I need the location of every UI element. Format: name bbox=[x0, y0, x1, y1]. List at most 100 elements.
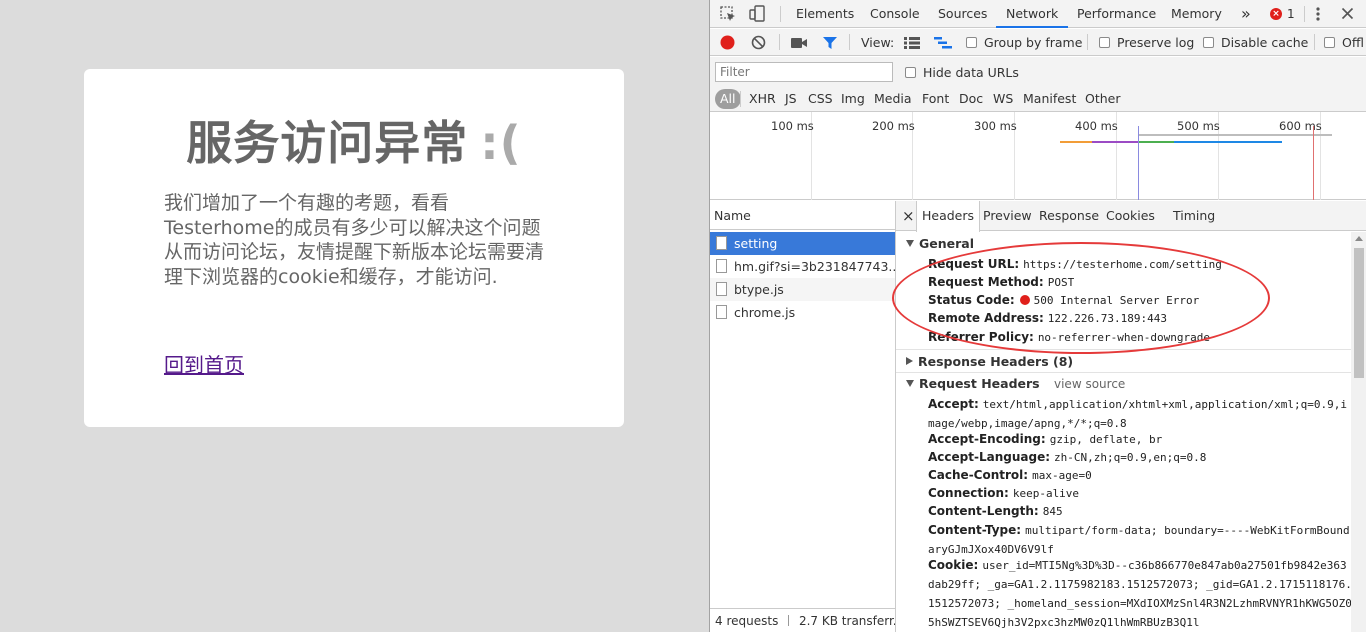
request-row-chrome-js[interactable]: chrome.js bbox=[710, 301, 895, 324]
tab-headers[interactable]: Headers bbox=[916, 201, 981, 232]
tab-console[interactable]: Console bbox=[870, 0, 920, 28]
type-manifest[interactable]: Manifest bbox=[1023, 89, 1076, 109]
record-icon[interactable] bbox=[720, 35, 735, 53]
document-icon bbox=[716, 282, 727, 296]
type-img[interactable]: Img bbox=[841, 89, 865, 109]
web-page: 服务访问异常:( 我们增加了一个有趣的考题，看看Testerhome的成员有多少… bbox=[0, 0, 709, 632]
close-devtools-icon[interactable] bbox=[1341, 7, 1354, 23]
tab-cookies[interactable]: Cookies bbox=[1106, 201, 1155, 231]
detail-tabbar: × Headers Preview Response Cookies Timin… bbox=[896, 201, 1366, 232]
status-separator bbox=[788, 615, 790, 626]
response-headers-title: Response Headers (8) bbox=[918, 354, 1074, 369]
header-value: POST bbox=[1047, 276, 1075, 289]
accept-language-row: Accept-Language: zh-CN,zh;q=0.9,en;q=0.8 bbox=[928, 448, 1353, 467]
details-scrollbar[interactable] bbox=[1351, 232, 1366, 632]
filter-row: Hide data URLs bbox=[710, 57, 1366, 86]
device-toolbar-icon[interactable] bbox=[748, 4, 766, 27]
header-value: gzip, deflate, br bbox=[1049, 433, 1163, 446]
type-media[interactable]: Media bbox=[874, 89, 912, 109]
type-xhr[interactable]: XHR bbox=[749, 89, 776, 109]
cookie-row: Cookie: user_id=MTI5Ng%3D%3D--c36b866770e… bbox=[928, 556, 1353, 632]
offline-label: Offl bbox=[1342, 35, 1364, 50]
header-key: Content-Type: bbox=[928, 523, 1022, 537]
request-row-hm-gif[interactable]: hm.gif?si=3b231847743... bbox=[710, 255, 895, 278]
header-value: max-age=0 bbox=[1032, 469, 1092, 482]
more-tabs-button[interactable]: » bbox=[1241, 0, 1251, 28]
request-headers-toggle[interactable]: Request Headers bbox=[906, 376, 1040, 391]
header-key: Accept-Encoding: bbox=[928, 432, 1046, 446]
scroll-up-arrow-icon[interactable] bbox=[1355, 236, 1363, 241]
type-doc[interactable]: Doc bbox=[959, 89, 983, 109]
tab-response[interactable]: Response bbox=[1039, 201, 1099, 231]
close-details-icon[interactable]: × bbox=[902, 201, 915, 231]
offline-checkbox[interactable]: Offl bbox=[1324, 35, 1364, 50]
checkbox-box bbox=[1324, 37, 1335, 48]
request-list: Name setting hm.gif?si=3b231847743... bt… bbox=[710, 201, 896, 632]
disable-cache-checkbox[interactable]: Disable cache bbox=[1203, 35, 1308, 50]
preserve-log-label: Preserve log bbox=[1117, 35, 1195, 50]
expand-triangle-icon bbox=[906, 380, 914, 387]
header-key: Connection: bbox=[928, 486, 1009, 500]
large-rows-icon[interactable] bbox=[904, 37, 920, 52]
expand-triangle-icon bbox=[906, 240, 914, 247]
referrer-policy-row: Referrer Policy: no-referrer-when-downgra… bbox=[928, 328, 1353, 347]
error-message: 我们增加了一个有趣的考题，看看Testerhome的成员有多少可以解决这个问题从… bbox=[164, 192, 545, 288]
collapse-triangle-icon bbox=[906, 357, 913, 365]
type-css[interactable]: CSS bbox=[808, 89, 833, 109]
waterfall-overview-icon[interactable] bbox=[934, 37, 952, 52]
name-column-header[interactable]: Name bbox=[710, 201, 896, 230]
tab-sources[interactable]: Sources bbox=[938, 0, 987, 28]
timeline-overview[interactable]: 100 ms 200 ms 300 ms 400 ms 500 ms 600 m… bbox=[710, 112, 1366, 200]
type-other[interactable]: Other bbox=[1085, 89, 1121, 109]
back-home-link[interactable]: 回到首页 bbox=[164, 349, 244, 378]
tab-network[interactable]: Network bbox=[996, 0, 1069, 28]
checkbox-box bbox=[905, 67, 916, 78]
error-badge[interactable]: × 1 bbox=[1270, 7, 1295, 21]
type-all[interactable]: All bbox=[715, 89, 741, 109]
header-key: Referrer Policy: bbox=[928, 330, 1034, 344]
section-divider bbox=[896, 349, 1351, 350]
filter-input[interactable] bbox=[715, 62, 893, 82]
header-key: Status Code: bbox=[928, 293, 1015, 307]
view-source-link[interactable]: view source bbox=[1054, 377, 1125, 391]
header-key: Content-Length: bbox=[928, 504, 1039, 518]
accept-row: Accept: text/html,application/xhtml+xml,a… bbox=[928, 395, 1353, 433]
response-headers-toggle[interactable]: Response Headers (8) bbox=[906, 354, 1073, 369]
document-icon bbox=[716, 259, 727, 273]
tab-elements[interactable]: Elements bbox=[796, 0, 854, 28]
capture-screenshots-icon[interactable] bbox=[791, 37, 808, 52]
content-type-row: Content-Type: multipart/form-data; bounda… bbox=[928, 521, 1353, 559]
load-line bbox=[1313, 126, 1314, 200]
request-row-setting[interactable]: setting bbox=[710, 232, 895, 255]
sad-face-text: :( bbox=[480, 116, 522, 170]
header-value: 500 Internal Server Error bbox=[1033, 294, 1200, 307]
request-count: 4 requests bbox=[715, 614, 779, 628]
request-row-btype-js[interactable]: btype.js bbox=[710, 278, 895, 301]
request-name: setting bbox=[734, 236, 778, 251]
inspect-element-icon[interactable] bbox=[719, 5, 737, 26]
clear-icon[interactable] bbox=[751, 35, 766, 53]
filter-icon[interactable] bbox=[822, 36, 838, 53]
tab-performance[interactable]: Performance bbox=[1077, 0, 1156, 28]
group-by-frame-checkbox[interactable]: Group by frame bbox=[966, 35, 1082, 50]
kebab-menu-icon[interactable] bbox=[1314, 6, 1322, 25]
document-icon bbox=[716, 236, 727, 250]
tab-timing[interactable]: Timing bbox=[1173, 201, 1215, 231]
type-js[interactable]: JS bbox=[785, 89, 797, 109]
preserve-log-checkbox[interactable]: Preserve log bbox=[1099, 35, 1194, 50]
waterfall-bar bbox=[1174, 141, 1282, 143]
tab-memory[interactable]: Memory bbox=[1171, 0, 1222, 28]
type-font[interactable]: Font bbox=[922, 89, 949, 109]
view-label: View: bbox=[861, 35, 895, 50]
scrollbar-thumb[interactable] bbox=[1354, 248, 1364, 378]
general-section-toggle[interactable]: General bbox=[906, 236, 974, 251]
timeline-tick: 200 ms bbox=[872, 119, 915, 133]
general-section-title: General bbox=[919, 236, 974, 251]
type-ws[interactable]: WS bbox=[993, 89, 1013, 109]
hide-data-urls-checkbox[interactable]: Hide data URLs bbox=[905, 65, 1019, 80]
tab-preview[interactable]: Preview bbox=[983, 201, 1032, 231]
header-key: Accept: bbox=[928, 397, 979, 411]
timeline-tick: 300 ms bbox=[974, 119, 1017, 133]
waterfall-range bbox=[1138, 134, 1332, 136]
header-value: keep-alive bbox=[1012, 487, 1080, 500]
